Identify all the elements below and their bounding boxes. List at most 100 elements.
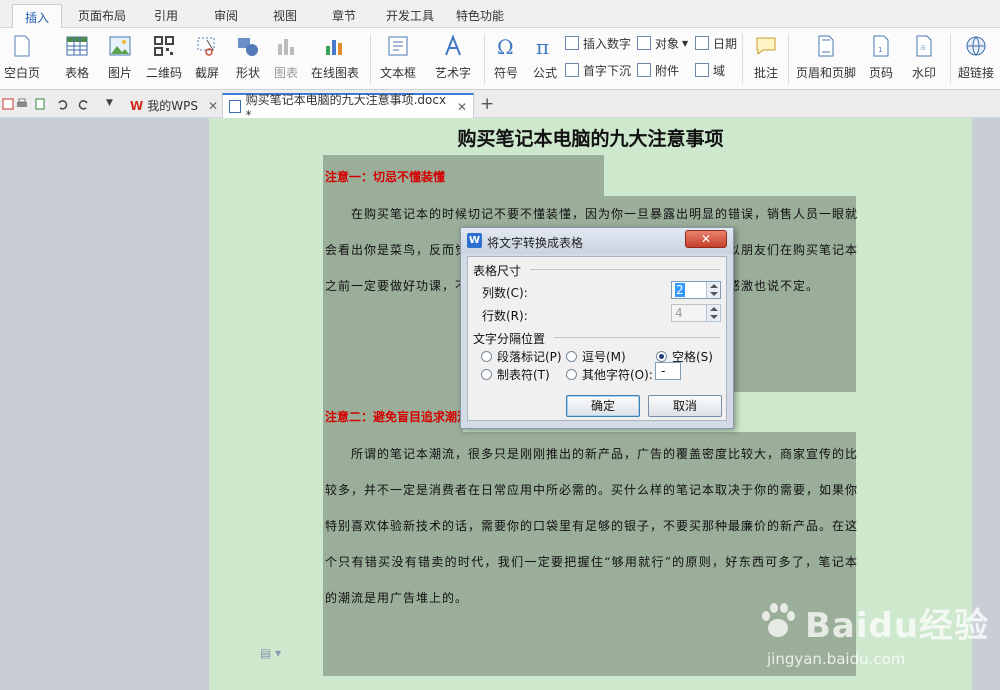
close-icon[interactable]: ✕	[208, 99, 218, 113]
watermark-button[interactable]: a 水印	[904, 30, 944, 86]
hyperlink-button[interactable]: 超链接	[956, 30, 996, 86]
qrcode-button[interactable]: 二维码	[145, 30, 183, 86]
paperclip-icon	[637, 63, 651, 77]
radio-selected-icon	[656, 351, 667, 362]
ribbon-divider	[788, 34, 789, 84]
online-chart-icon	[326, 40, 342, 55]
tab-references[interactable]: 引用	[154, 7, 178, 24]
pdf-icon[interactable]	[2, 98, 14, 110]
tab-view[interactable]: 视图	[273, 7, 297, 24]
radio-icon	[481, 369, 492, 380]
wordart-button[interactable]: 艺术字	[428, 30, 478, 86]
chevron-down-icon: ▼	[682, 38, 689, 48]
document-title: 购买笔记本电脑的九大注意事项	[457, 128, 724, 150]
date-button[interactable]: 日期	[695, 34, 737, 52]
other-char-input[interactable]: -	[655, 362, 681, 380]
tab-insert[interactable]: 插入	[12, 4, 63, 29]
tab-special[interactable]: 特色功能	[456, 7, 504, 24]
chart-button[interactable]: 图表	[272, 30, 300, 86]
radio-comma[interactable]: 逗号(M)	[566, 348, 626, 365]
blank-page-button[interactable]: 空白页	[0, 30, 44, 86]
ribbon-divider	[950, 34, 951, 84]
ok-button[interactable]: 确定	[566, 395, 640, 417]
tab-document[interactable]: 购买笔记本电脑的九大注意事项.docx * ✕	[222, 93, 474, 122]
dialog-body: 表格尺寸 列数(C): 2 行数(R): 4 文字分隔位置 段落标记(P) 逗号…	[467, 256, 727, 421]
columns-label: 列数(C):	[482, 286, 528, 300]
textbox-icon	[388, 36, 408, 56]
ribbon-divider	[484, 34, 485, 84]
page-options-icon[interactable]: ▤ ▾	[260, 646, 281, 660]
shape-button[interactable]: 形状	[230, 30, 266, 86]
field-button[interactable]: 域	[695, 61, 725, 79]
drop-cap-icon	[565, 63, 579, 77]
radio-paragraph-mark[interactable]: 段落标记(P)	[481, 348, 562, 365]
dialog-titlebar[interactable]: W 将文字转换成表格 ✕	[461, 228, 733, 254]
scissors-icon	[197, 37, 215, 56]
undo-icon[interactable]	[56, 98, 68, 110]
spin-buttons-icon[interactable]	[706, 282, 720, 298]
ribbon-divider	[742, 34, 743, 84]
calendar-icon	[695, 36, 709, 50]
section-heading: 注意一：切忌不懂装懂	[325, 170, 446, 184]
page-number-icon: 1	[873, 35, 889, 57]
radio-other-char[interactable]: 其他字符(O):	[566, 366, 653, 383]
symbol-button[interactable]: Ω 符号	[488, 30, 524, 86]
image-icon	[109, 36, 131, 56]
blank-page-icon	[14, 35, 30, 57]
radio-icon	[566, 369, 577, 380]
page-number-button[interactable]: 1 页码	[862, 30, 900, 86]
comment-icon	[756, 37, 776, 56]
tab-review[interactable]: 审阅	[214, 7, 238, 24]
watermark-url: jingyan.baidu.com	[767, 650, 906, 668]
radio-tab[interactable]: 制表符(T)	[481, 366, 550, 383]
image-button[interactable]: 图片	[102, 30, 138, 86]
radio-icon	[481, 351, 492, 362]
tab-section[interactable]: 章节	[332, 7, 356, 24]
formula-button[interactable]: π 公式	[530, 30, 560, 86]
tab-developer[interactable]: 开发工具	[386, 7, 434, 24]
cancel-button[interactable]: 取消	[648, 395, 722, 417]
convert-text-to-table-dialog: W 将文字转换成表格 ✕ 表格尺寸 列数(C): 2 行数(R): 4 文字分隔…	[460, 227, 734, 429]
header-footer-button[interactable]: 页眉和页脚	[794, 30, 858, 86]
print-icon[interactable]	[16, 98, 28, 110]
document-tab-bar: ▼ W 我的WPS ✕ 购买笔记本电脑的九大注意事项.docx * ✕ +	[0, 90, 1000, 122]
new-tab-icon[interactable]: +	[480, 94, 494, 114]
insert-number-button[interactable]: 插入数字	[565, 34, 631, 52]
watermark-icon: a	[916, 35, 932, 57]
close-button[interactable]: ✕	[685, 230, 727, 248]
number-icon	[565, 36, 579, 50]
wordart-icon	[445, 34, 461, 56]
ribbon-divider	[370, 34, 371, 84]
table-button[interactable]: 表格	[58, 30, 96, 86]
comment-button[interactable]: 批注	[748, 30, 784, 86]
shape-icon	[238, 38, 258, 56]
table-icon	[66, 36, 88, 56]
rows-stepper: 4	[671, 304, 721, 322]
online-chart-button[interactable]: 在线图表	[306, 30, 364, 86]
drop-cap-button[interactable]: 首字下沉	[565, 61, 631, 79]
textbox-button[interactable]: 文本框	[376, 30, 420, 86]
globe-icon	[966, 36, 986, 56]
omega-icon: Ω	[497, 35, 514, 58]
tab-page-layout[interactable]: 页面布局	[78, 7, 126, 24]
screenshot-button[interactable]: 截屏	[188, 30, 226, 86]
object-button[interactable]: 对象 ▼	[637, 34, 688, 52]
watermark-brand: Baidu经验	[805, 606, 990, 646]
svg-text:1: 1	[878, 46, 882, 54]
redo-icon[interactable]	[78, 98, 90, 110]
dialog-title: 将文字转换成表格	[487, 236, 584, 250]
wps-logo-icon: W	[130, 98, 144, 113]
divider	[530, 269, 720, 270]
section-heading: 注意二：避免盲目追求潮流	[325, 410, 470, 424]
menu-bar: 插入 页面布局 引用 审阅 视图 章节 开发工具 特色功能	[0, 0, 1000, 29]
columns-stepper[interactable]: 2	[671, 281, 721, 299]
print-preview-icon[interactable]	[35, 98, 47, 110]
attachment-button[interactable]: 附件	[637, 61, 679, 79]
svg-text:a: a	[920, 43, 926, 53]
baidu-watermark: Baidu经验 jingyan.baidu.com	[745, 590, 995, 690]
close-icon[interactable]: ✕	[457, 100, 467, 114]
wps-logo-icon: W	[467, 233, 482, 248]
tab-my-wps[interactable]: W 我的WPS ✕	[124, 93, 224, 118]
chevron-down-icon[interactable]: ▼	[106, 98, 118, 110]
pi-icon: π	[536, 35, 549, 58]
